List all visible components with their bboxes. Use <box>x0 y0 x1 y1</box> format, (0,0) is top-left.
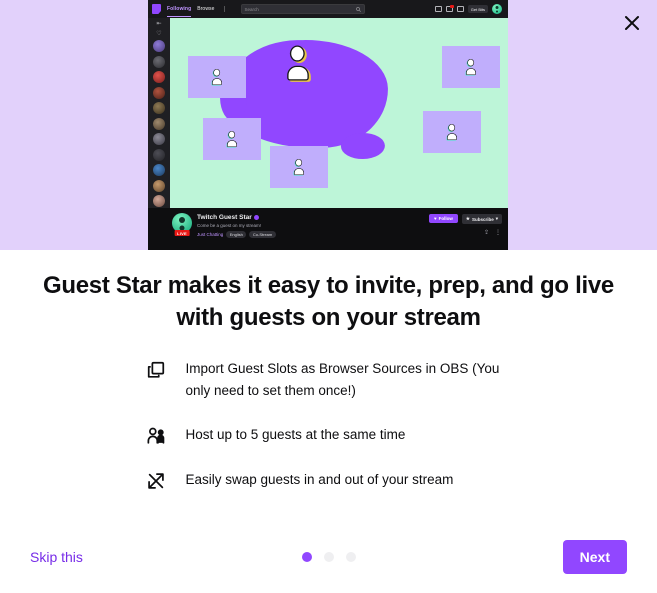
list-item[interactable] <box>153 117 165 130</box>
feature-text: Host up to 5 guests at the same time <box>185 427 406 443</box>
twitch-left-sidebar: ⇤ ♡ ▤ <box>148 18 170 232</box>
close-icon <box>624 15 640 31</box>
search-input[interactable]: Search <box>240 4 365 14</box>
collapse-sidebar-icon[interactable]: ⇤ <box>155 21 163 27</box>
onboarding-content: Guest Star makes it easy to invite, prep… <box>0 250 657 593</box>
list-item[interactable] <box>153 164 165 176</box>
twitch-top-nav: Following Browse ⋯ Search Get Bits <box>148 0 508 18</box>
follow-label: Follow <box>438 216 453 221</box>
prime-crown-icon[interactable] <box>434 6 442 12</box>
list-item: Easily swap guests in and out of your st… <box>144 469 514 491</box>
people-icon <box>144 424 168 446</box>
kebab-menu-icon[interactable]: ⋯ <box>221 6 227 13</box>
skip-this-button[interactable]: Skip this <box>30 545 83 569</box>
list-item[interactable] <box>153 148 165 161</box>
close-modal-button[interactable] <box>617 8 647 38</box>
kebab-menu-icon[interactable]: ⋮ <box>495 230 501 236</box>
get-bits-button[interactable]: Get Bits <box>467 5 488 13</box>
message-icon[interactable] <box>456 6 464 12</box>
guest-slot <box>270 146 328 188</box>
share-icon[interactable]: ⇪ <box>484 230 489 236</box>
next-button[interactable]: Next <box>562 540 627 574</box>
hero-illustration: Following Browse ⋯ Search Get Bits ⇤ ♡ L… <box>148 0 508 250</box>
follow-button[interactable]: ♥ Follow <box>429 214 458 223</box>
channel-extra-actions: ⇪ ⋮ <box>484 230 501 236</box>
guest-slot <box>203 118 261 160</box>
user-avatar[interactable] <box>492 4 502 14</box>
pagination-dot-1[interactable] <box>301 552 312 562</box>
list-item[interactable] <box>153 195 165 207</box>
bell-icon[interactable] <box>445 5 454 12</box>
copy-duplicate-icon <box>144 358 168 380</box>
chevron-down-icon: ▾ <box>495 216 498 221</box>
list-item[interactable] <box>153 71 165 83</box>
verified-badge-icon <box>253 215 259 220</box>
twitch-logo-icon <box>152 4 161 14</box>
pagination-dot-3[interactable] <box>345 552 356 562</box>
nav-right-actions: Get Bits <box>434 4 504 14</box>
nav-browse[interactable]: Browse <box>197 6 214 12</box>
stream-tag[interactable]: English <box>226 231 247 238</box>
list-item: Import Guest Slots as Browser Sources in… <box>144 358 514 403</box>
feature-list: Import Guest Slots as Browser Sources in… <box>144 358 514 491</box>
heart-icon: ♡ <box>156 30 162 37</box>
list-item: Host up to 5 guests at the same time <box>144 424 514 446</box>
heart-icon: ♥ <box>434 216 437 221</box>
guest-slot <box>423 111 481 153</box>
stream-title: Come be a guest on my stream! <box>197 223 262 228</box>
list-item[interactable] <box>153 86 165 99</box>
guest-slot <box>442 46 500 88</box>
channel-actions: ♥ Follow ★ Subscribe ▾ <box>429 213 502 224</box>
host-avatar-illustration <box>285 45 312 81</box>
hero-body: ⇤ ♡ ▤ <box>148 18 508 232</box>
channel-name-row: Twitch Guest Star <box>197 214 429 221</box>
search-placeholder: Search <box>244 6 259 12</box>
stream-tags: Just Chatting English Co-Stream <box>197 231 429 238</box>
modal-footer: Skip this Next <box>0 521 657 593</box>
nav-following[interactable]: Following <box>167 6 192 17</box>
list-item[interactable] <box>153 133 165 145</box>
channel-avatar[interactable]: LIVE <box>172 213 192 236</box>
guest-star-stage <box>170 18 508 208</box>
list-item[interactable] <box>153 55 165 68</box>
search-icon <box>355 6 361 12</box>
pagination-dot-2[interactable] <box>323 552 334 562</box>
list-item[interactable] <box>153 179 165 192</box>
guest-slot <box>188 56 246 98</box>
page-title: Guest Star makes it easy to invite, prep… <box>43 272 614 331</box>
subscribe-button[interactable]: ★ Subscribe ▾ <box>461 214 502 224</box>
stream-category[interactable]: Just Chatting <box>197 232 223 237</box>
channel-meta: Twitch Guest Star Come be a guest on my … <box>197 213 429 238</box>
live-badge: LIVE <box>174 230 190 236</box>
channel-info-bar: LIVE Twitch Guest Star Come be a guest o… <box>148 208 508 250</box>
feature-text: Easily swap guests in and out of your st… <box>185 471 454 487</box>
list-item[interactable] <box>153 102 165 114</box>
feature-text: Import Guest Slots as Browser Sources in… <box>185 360 500 399</box>
swap-arrows-icon <box>144 469 168 491</box>
star-icon: ★ <box>465 216 470 221</box>
pagination-dots <box>301 552 356 562</box>
list-item[interactable] <box>153 40 165 52</box>
subscribe-label: Subscribe <box>471 216 494 222</box>
channel-name: Twitch Guest Star <box>197 214 252 221</box>
stream-tag[interactable]: Co-Stream <box>249 231 276 238</box>
